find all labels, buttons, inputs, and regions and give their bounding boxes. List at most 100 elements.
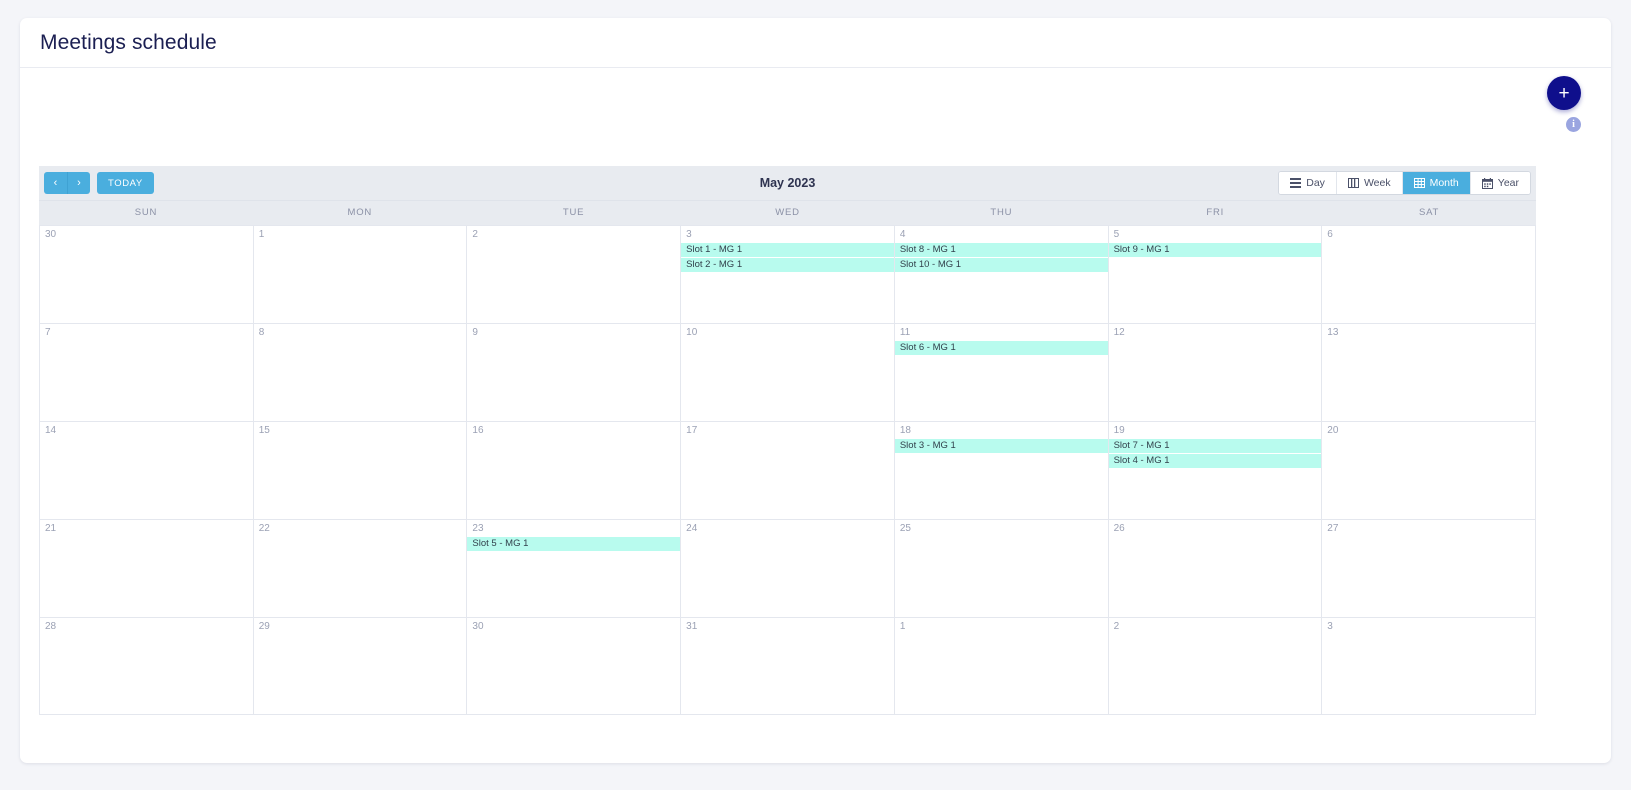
calendar-event[interactable]: Slot 6 - MG 1 — [894, 341, 1108, 355]
calendar-event[interactable]: Slot 2 - MG 1 — [681, 258, 894, 272]
day-cell[interactable]: 26 — [1108, 520, 1323, 617]
next-month-button[interactable]: › — [67, 172, 90, 194]
day-cell[interactable]: 9 — [467, 324, 682, 421]
day-cell[interactable]: 2 — [1108, 618, 1323, 714]
day-cell[interactable]: 15 — [253, 422, 468, 519]
day-number: 4 — [899, 229, 906, 240]
calendar: ‹ › TODAY May 2023 Day Week Month Year S… — [39, 166, 1536, 715]
calendar-event[interactable]: Slot 1 - MG 1 — [681, 243, 894, 257]
day-cell[interactable]: 3 — [1322, 618, 1536, 714]
columns-icon — [1347, 178, 1359, 188]
day-cell[interactable]: 18 Slot 3 - MG 1 — [894, 422, 1109, 519]
calendar-event[interactable]: Slot 8 - MG 1 — [894, 243, 1108, 257]
calendar-event[interactable]: Slot 5 - MG 1 — [467, 537, 681, 551]
day-cell[interactable]: 1 — [894, 618, 1109, 714]
day-number: 27 — [1327, 523, 1339, 534]
weekday-header-fri: FRI — [1206, 207, 1225, 218]
day-number: 30 — [472, 621, 484, 632]
view-button-day[interactable]: Day — [1279, 172, 1336, 194]
calendar-week-row: 7 8 9 10 11 Slot 6 - MG 1 12 13 — [40, 323, 1536, 421]
day-cell[interactable]: 21 — [40, 520, 254, 617]
calendar-grid: 30 1 2 3 Slot 1 - MG 1 Slot 2 - MG 1 4 Slot 8 -… — [39, 225, 1536, 715]
day-cell[interactable]: 6 — [1322, 226, 1536, 323]
day-cell[interactable]: 30 — [40, 226, 254, 323]
day-cell[interactable]: 19 Slot 7 - MG 1 Slot 4 - MG 1 — [1108, 422, 1323, 519]
calendar-week-row: 28 29 30 31 1 2 3 — [40, 617, 1536, 715]
day-cell[interactable]: 13 — [1322, 324, 1536, 421]
weekday-header-row: SUN MON TUE WED THU FRI SAT — [39, 200, 1536, 225]
day-cell[interactable]: 30 — [467, 618, 682, 714]
info-icon[interactable]: i — [1566, 117, 1581, 132]
day-number: 13 — [1327, 327, 1339, 338]
day-cell[interactable]: 10 — [681, 324, 895, 421]
day-cell[interactable]: 8 — [253, 324, 468, 421]
day-cell[interactable]: 29 — [253, 618, 468, 714]
chevron-left-icon: ‹ — [53, 177, 58, 189]
day-events: Slot 9 - MG 1 — [1108, 243, 1322, 257]
weekday-header-sat: SAT — [1418, 207, 1440, 218]
view-button-year-label: Year — [1497, 177, 1519, 189]
day-number: 28 — [45, 621, 57, 632]
view-button-month[interactable]: Month — [1401, 172, 1470, 194]
view-button-month-label: Month — [1429, 177, 1459, 189]
card-header: Meetings schedule — [20, 18, 1611, 68]
view-button-day-label: Day — [1306, 177, 1325, 189]
day-number: 25 — [899, 523, 911, 534]
day-events: Slot 7 - MG 1 Slot 4 - MG 1 — [1108, 439, 1322, 468]
day-cell[interactable]: 25 — [894, 520, 1109, 617]
day-number: 17 — [686, 425, 698, 436]
app-root: Meetings schedule + i ‹ › TODAY May 2023… — [0, 0, 1631, 790]
page-title: Meetings schedule — [40, 30, 217, 54]
prev-month-button[interactable]: ‹ — [44, 172, 67, 194]
calendar-toolbar: ‹ › TODAY May 2023 Day Week Month Year — [39, 166, 1536, 200]
day-events: Slot 5 - MG 1 — [467, 537, 681, 551]
day-cell[interactable]: 12 — [1108, 324, 1323, 421]
day-cell[interactable]: 7 — [40, 324, 254, 421]
today-button[interactable]: TODAY — [97, 172, 154, 194]
day-cell[interactable]: 5 Slot 9 - MG 1 — [1108, 226, 1323, 323]
day-cell[interactable]: 20 — [1322, 422, 1536, 519]
day-cell[interactable]: 17 — [681, 422, 895, 519]
day-cell[interactable]: 27 — [1322, 520, 1536, 617]
day-cell[interactable]: 28 — [40, 618, 254, 714]
view-button-week[interactable]: Week — [1335, 172, 1402, 194]
calendar-event[interactable]: Slot 3 - MG 1 — [894, 439, 1108, 453]
day-number: 10 — [686, 327, 698, 338]
day-cell[interactable]: 31 — [681, 618, 895, 714]
day-cell[interactable]: 11 Slot 6 - MG 1 — [894, 324, 1109, 421]
day-cell[interactable]: 22 — [253, 520, 468, 617]
day-number: 15 — [258, 425, 270, 436]
day-cell[interactable]: 24 — [681, 520, 895, 617]
floating-actions: + i — [1451, 76, 1581, 132]
day-number: 12 — [1113, 327, 1125, 338]
day-cell[interactable]: 14 — [40, 422, 254, 519]
day-number: 5 — [1113, 229, 1120, 240]
day-events: Slot 1 - MG 1 Slot 2 - MG 1 — [681, 243, 894, 272]
meetings-card: Meetings schedule + i ‹ › TODAY May 2023… — [20, 18, 1611, 763]
day-number: 2 — [472, 229, 478, 240]
calendar-week-row: 30 1 2 3 Slot 1 - MG 1 Slot 2 - MG 1 4 Slot 8 -… — [40, 225, 1536, 323]
day-cell[interactable]: 4 Slot 8 - MG 1 Slot 10 - MG 1 — [894, 226, 1109, 323]
list-icon — [1290, 178, 1302, 188]
calendar-event[interactable]: Slot 10 - MG 1 — [894, 258, 1108, 272]
day-number: 23 — [472, 523, 484, 534]
day-number: 3 — [686, 229, 692, 240]
day-number: 1 — [899, 621, 906, 632]
day-cell[interactable]: 16 — [467, 422, 682, 519]
calendar-event[interactable]: Slot 7 - MG 1 — [1108, 439, 1322, 453]
day-number: 19 — [1113, 425, 1125, 436]
calendar-event[interactable]: Slot 9 - MG 1 — [1108, 243, 1322, 257]
chevron-right-icon: › — [77, 177, 81, 189]
add-meeting-button[interactable]: + — [1547, 76, 1581, 110]
day-cell[interactable]: 3 Slot 1 - MG 1 Slot 2 - MG 1 — [681, 226, 895, 323]
day-cell[interactable]: 1 — [253, 226, 468, 323]
day-cell[interactable]: 2 — [467, 226, 682, 323]
info-icon-label: i — [1572, 119, 1575, 130]
calendar-week-row: 21 22 23 Slot 5 - MG 1 24 25 26 27 — [40, 519, 1536, 617]
calendar-event[interactable]: Slot 4 - MG 1 — [1108, 454, 1322, 468]
day-cell[interactable]: 23 Slot 5 - MG 1 — [467, 520, 682, 617]
weekday-header-mon: MON — [347, 207, 373, 218]
day-events: Slot 3 - MG 1 — [894, 439, 1108, 453]
view-button-year[interactable]: Year — [1469, 172, 1530, 194]
day-number: 24 — [686, 523, 698, 534]
